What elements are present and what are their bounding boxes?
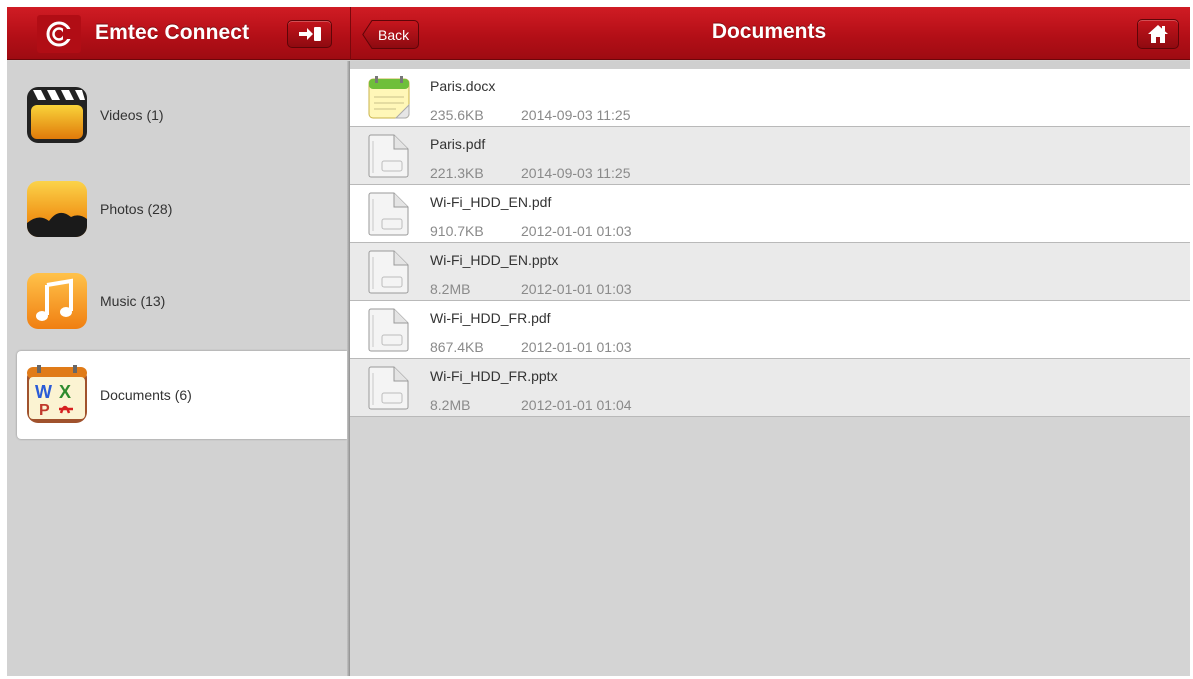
- file-size: 235.6KB: [430, 107, 484, 123]
- logout-icon: [298, 27, 321, 41]
- file-row-wifi-hdd-en-pdf[interactable]: Wi-Fi_HDD_EN.pdf 910.7KB 2012-01-01 01:0…: [350, 185, 1190, 243]
- sidebar-item-music[interactable]: Music (13): [17, 257, 347, 345]
- sidebar-item-label: Documents (6): [100, 387, 192, 403]
- generic-file-icon: [368, 308, 409, 352]
- home-icon: [1148, 25, 1168, 43]
- sidebar: Videos (1) Photos (28) Music (13) W X P …: [7, 61, 350, 676]
- generic-file-icon: [368, 192, 409, 236]
- logout-button[interactable]: [287, 20, 332, 48]
- emtec-logo-icon: [37, 15, 81, 53]
- file-list: Paris.docx 235.6KB 2014-09-03 11:25 Pari…: [350, 69, 1190, 417]
- back-button-label: Back: [378, 27, 410, 43]
- list-top-strip: [350, 61, 1190, 69]
- app-title: Emtec Connect: [95, 21, 250, 44]
- file-row-wifi-hdd-fr-pptx[interactable]: Wi-Fi_HDD_FR.pptx 8.2MB 2012-01-01 01:04: [350, 359, 1190, 417]
- file-date: 2012-01-01 01:03: [521, 281, 632, 297]
- sidebar-item-videos[interactable]: Videos (1): [17, 71, 347, 159]
- music-note-icon: [27, 273, 87, 329]
- generic-file-icon: [368, 366, 409, 410]
- back-button[interactable]: Back: [362, 20, 419, 49]
- file-date: 2014-09-03 11:25: [521, 107, 631, 123]
- sidebar-item-documents[interactable]: W X P Documents (6): [17, 351, 347, 439]
- documents-icon: W X P: [27, 365, 87, 423]
- home-button[interactable]: [1137, 19, 1179, 49]
- svg-text:X: X: [59, 382, 71, 402]
- file-size: 867.4KB: [430, 339, 484, 355]
- file-row-wifi-hdd-fr-pdf[interactable]: Wi-Fi_HDD_FR.pdf 867.4KB 2012-01-01 01:0…: [350, 301, 1190, 359]
- generic-file-icon: [368, 250, 409, 294]
- sidebar-item-label: Videos (1): [100, 107, 164, 123]
- top-bar-divider: [350, 7, 351, 60]
- file-date: 2012-01-01 01:03: [521, 339, 632, 355]
- file-name: Paris.docx: [430, 78, 496, 94]
- file-name: Wi-Fi_HDD_EN.pdf: [430, 194, 552, 210]
- file-size: 221.3KB: [430, 165, 484, 181]
- file-date: 2014-09-03 11:25: [521, 165, 631, 181]
- generic-file-icon: [368, 134, 409, 178]
- top-bar: Emtec Connect Back Documents: [7, 7, 1190, 60]
- file-name: Paris.pdf: [430, 136, 486, 152]
- file-row-paris-docx[interactable]: Paris.docx 235.6KB 2014-09-03 11:25: [350, 69, 1190, 127]
- file-size: 910.7KB: [430, 223, 484, 239]
- svg-text:W: W: [35, 382, 52, 402]
- file-size: 8.2MB: [430, 281, 471, 297]
- sidebar-item-label: Photos (28): [100, 201, 173, 217]
- file-name: Wi-Fi_HDD_EN.pptx: [430, 252, 559, 268]
- page-title: Documents: [711, 20, 827, 43]
- svg-text:P: P: [39, 402, 50, 419]
- sidebar-item-photos[interactable]: Photos (28): [17, 165, 347, 253]
- notepad-icon: [368, 76, 410, 119]
- photo-landscape-icon: [27, 181, 87, 237]
- file-name: Wi-Fi_HDD_FR.pptx: [430, 368, 558, 384]
- file-date: 2012-01-01 01:04: [521, 397, 632, 413]
- file-size: 8.2MB: [430, 397, 471, 413]
- top-bar-left: Emtec Connect: [7, 7, 350, 60]
- file-row-wifi-hdd-en-pptx[interactable]: Wi-Fi_HDD_EN.pptx 8.2MB 2012-01-01 01:03: [350, 243, 1190, 301]
- file-date: 2012-01-01 01:03: [521, 223, 632, 239]
- sidebar-item-label: Music (13): [100, 293, 166, 309]
- video-clapper-icon: [27, 87, 87, 143]
- file-name: Wi-Fi_HDD_FR.pdf: [430, 310, 551, 326]
- app-window: Emtec Connect Back Documents Videos (1) …: [7, 7, 1190, 676]
- file-row-paris-pdf[interactable]: Paris.pdf 221.3KB 2014-09-03 11:25: [350, 127, 1190, 185]
